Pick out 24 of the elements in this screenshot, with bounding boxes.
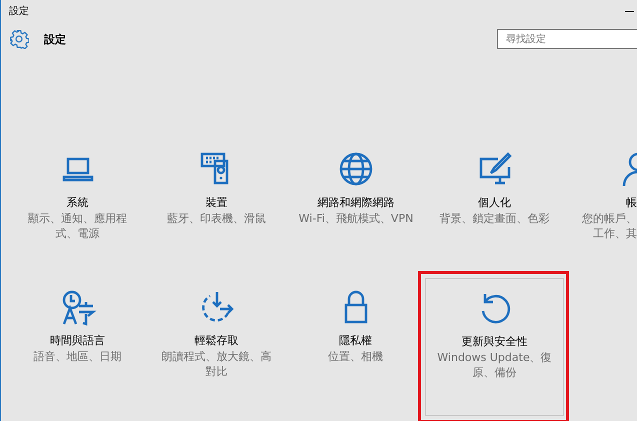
tile-description: Wi-Fi、飛航模式、VPN	[298, 211, 414, 226]
globe-icon	[337, 150, 375, 188]
page-title: 設定	[44, 32, 67, 46]
tile-title[interactable]: 更新與安全性	[462, 334, 528, 349]
tile-description: 語音、地區、日期	[32, 349, 122, 364]
tile-description: 您的帳戶、工作、其	[581, 211, 637, 241]
tile-title[interactable]: 時間與語言	[50, 333, 105, 348]
settings-tile[interactable]: 更新與安全性 Windows Update、復原、備份	[425, 278, 564, 416]
tile-title[interactable]: 帳	[626, 195, 637, 210]
tile-description: 顯示、通知、應用程式、電源	[27, 211, 128, 241]
tile-title[interactable]: 系統	[66, 195, 88, 210]
tile-description: 位置、相機	[327, 349, 384, 364]
settings-icon	[9, 29, 29, 49]
tile-description: 朗讀程式、放大鏡、高對比	[160, 349, 272, 379]
tile-description: Windows Update、復原、備份	[436, 350, 553, 380]
tile-description: 背景、鎖定畫面、色彩	[438, 211, 550, 226]
window-title: 設定	[9, 4, 29, 18]
tile-title[interactable]: 輕鬆存取	[194, 333, 238, 348]
tile-description: 藍牙、印表機、滑鼠	[166, 211, 267, 226]
search-field[interactable]: 尋找設定	[497, 29, 637, 49]
tile-title[interactable]: 網路和網際網路	[318, 195, 394, 210]
tile-title[interactable]: 隱私權	[339, 333, 372, 348]
tile-title[interactable]: 個人化	[478, 195, 511, 210]
tile-title[interactable]: 裝置	[206, 195, 228, 210]
